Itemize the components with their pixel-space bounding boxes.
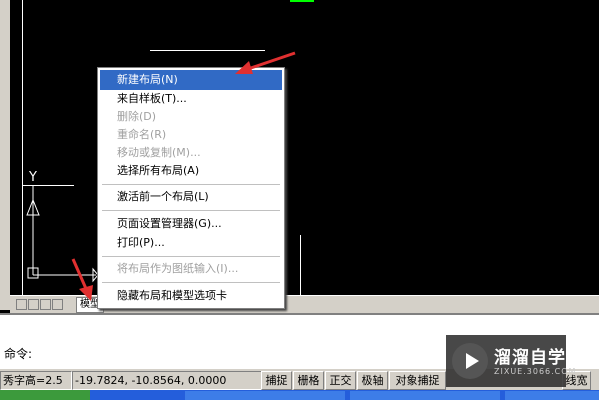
annotation-arrow-icon — [71, 258, 93, 301]
status-coordinates: -19.7824, -10.8564, 0.0000 — [72, 371, 262, 390]
osnap-button[interactable]: 对象捕捉 — [389, 371, 446, 390]
drawing-line — [300, 235, 301, 295]
annotation-arrow-icon — [235, 51, 296, 74]
menu-separator — [102, 256, 280, 257]
menu-item-move-copy: 移动或复制(M)... — [117, 146, 201, 159]
taskbar-item[interactable] — [350, 391, 500, 400]
ortho-button[interactable]: 正交 — [325, 371, 356, 390]
menu-separator — [102, 184, 280, 185]
menu-item-from-template[interactable]: 来自样板(T)... — [100, 89, 282, 109]
menu-item-page-setup-manager[interactable]: 页面设置管理器(G)... — [100, 214, 282, 234]
play-logo-icon — [452, 343, 488, 379]
ucs-y-label: Y — [29, 170, 37, 185]
tab-nav-first-button[interactable] — [16, 299, 27, 310]
layout-context-menu: 新建布局(N) 来自样板(T)... 删除(D) 重命名(R) 移动或复制(M)… — [97, 67, 285, 309]
menu-item-plot[interactable]: 打印(P)... — [100, 233, 282, 253]
watermark: 溜溜自学 ZIXUE.3066.COM — [446, 335, 575, 387]
taskbar-item[interactable] — [185, 391, 345, 400]
menu-item-activate-previous[interactable]: 激活前一个布局(L) — [100, 187, 282, 207]
polar-button[interactable]: 极轴 — [357, 371, 388, 390]
menu-item-hide-tabs[interactable]: 隐藏布局和模型选项卡 — [100, 286, 282, 306]
menu-separator — [102, 210, 280, 211]
tab-nav-last-button[interactable] — [52, 299, 63, 310]
green-marker — [290, 0, 314, 2]
grid-button[interactable]: 栅格 — [293, 371, 324, 390]
tab-nav-next-button[interactable] — [40, 299, 51, 310]
watermark-title: 溜溜自学 — [494, 348, 566, 368]
status-text-height: 秀字高=2.5 — [0, 371, 72, 390]
command-prompt: 命令: — [4, 347, 33, 361]
menu-item-rename: 重命名(R) — [117, 128, 167, 141]
snap-button[interactable]: 捕捉 — [261, 371, 292, 390]
menu-item-select-all-layouts[interactable]: 选择所有布局(A) — [100, 161, 282, 181]
start-button[interactable] — [0, 390, 90, 400]
menu-item-import-layout: 将布局作为图纸输入(I)... — [117, 262, 239, 275]
taskbar — [0, 390, 599, 400]
menu-item-delete: 删除(D) — [117, 110, 157, 123]
tab-nav-prev-button[interactable] — [28, 299, 39, 310]
menu-separator — [102, 282, 280, 283]
taskbar-item[interactable] — [505, 391, 599, 400]
watermark-url: ZIXUE.3066.COM — [494, 367, 577, 376]
